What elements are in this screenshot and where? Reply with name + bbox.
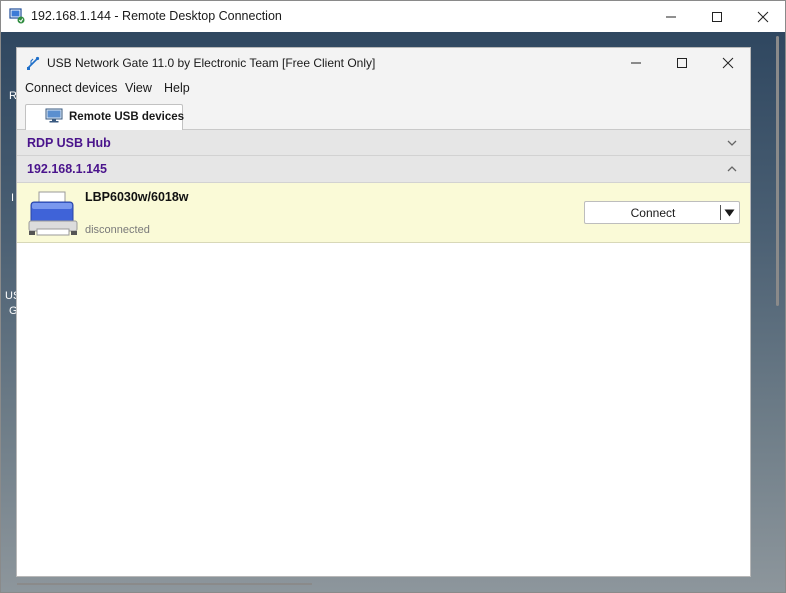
connect-button[interactable]: Connect <box>584 201 740 224</box>
close-icon <box>722 57 734 69</box>
monitor-icon <box>45 108 63 123</box>
connect-button-label: Connect <box>630 206 676 220</box>
app-minimize-button[interactable] <box>613 48 659 78</box>
group-label: 192.168.1.145 <box>27 162 107 176</box>
tab-strip: Remote USB devices <box>17 98 750 130</box>
menu-help[interactable]: Help <box>164 81 190 95</box>
minimize-icon <box>631 62 641 64</box>
device-row[interactable]: LBP6030w/6018w disconnected Connect <box>17 183 750 243</box>
maximize-icon <box>677 58 687 68</box>
rdp-titlebar[interactable]: 192.168.1.144 - Remote Desktop Connectio… <box>1 1 785 32</box>
group-rdp-usb-hub[interactable]: RDP USB Hub <box>17 130 750 156</box>
minimize-icon <box>666 16 676 17</box>
menu-view[interactable]: View <box>125 81 152 95</box>
rdp-close-button[interactable] <box>740 1 786 32</box>
device-name: LBP6030w/6018w <box>85 190 189 204</box>
remote-desktop-icon <box>9 8 25 24</box>
app-window-title: USB Network Gate 11.0 by Electronic Team… <box>47 56 376 70</box>
chevron-down-icon[interactable] <box>726 138 738 148</box>
chevron-up-icon[interactable] <box>726 164 738 174</box>
vertical-scrollbar[interactable] <box>776 36 779 306</box>
app-close-button[interactable] <box>705 48 751 78</box>
tab-remote-usb-devices[interactable]: Remote USB devices <box>25 104 185 130</box>
app-maximize-button[interactable] <box>659 48 705 78</box>
menu-bar: Connect devices View Help <box>17 78 750 98</box>
menu-connect-devices[interactable]: Connect devices <box>25 81 117 95</box>
dropdown-arrow-icon[interactable] <box>724 209 735 217</box>
split-separator <box>720 205 721 220</box>
device-status: disconnected <box>85 224 150 236</box>
app-titlebar[interactable]: USB Network Gate 11.0 by Electronic Team… <box>17 48 750 78</box>
desktop-icon-label: I <box>11 192 15 204</box>
group-192-168-1-145[interactable]: 192.168.1.145 <box>17 156 750 183</box>
rdp-maximize-button[interactable] <box>694 1 740 32</box>
group-label: RDP USB Hub <box>27 136 111 150</box>
horizontal-scrollbar[interactable] <box>17 583 312 585</box>
rdp-minimize-button[interactable] <box>648 1 694 32</box>
printer-icon <box>28 191 78 236</box>
rdp-window-title: 192.168.1.144 - Remote Desktop Connectio… <box>31 9 282 23</box>
usb-icon <box>27 56 40 70</box>
usb-network-gate-window: USB Network Gate 11.0 by Electronic Team… <box>16 47 751 577</box>
maximize-icon <box>712 11 722 22</box>
tab-label: Remote USB devices <box>69 111 185 123</box>
close-icon <box>757 11 769 22</box>
